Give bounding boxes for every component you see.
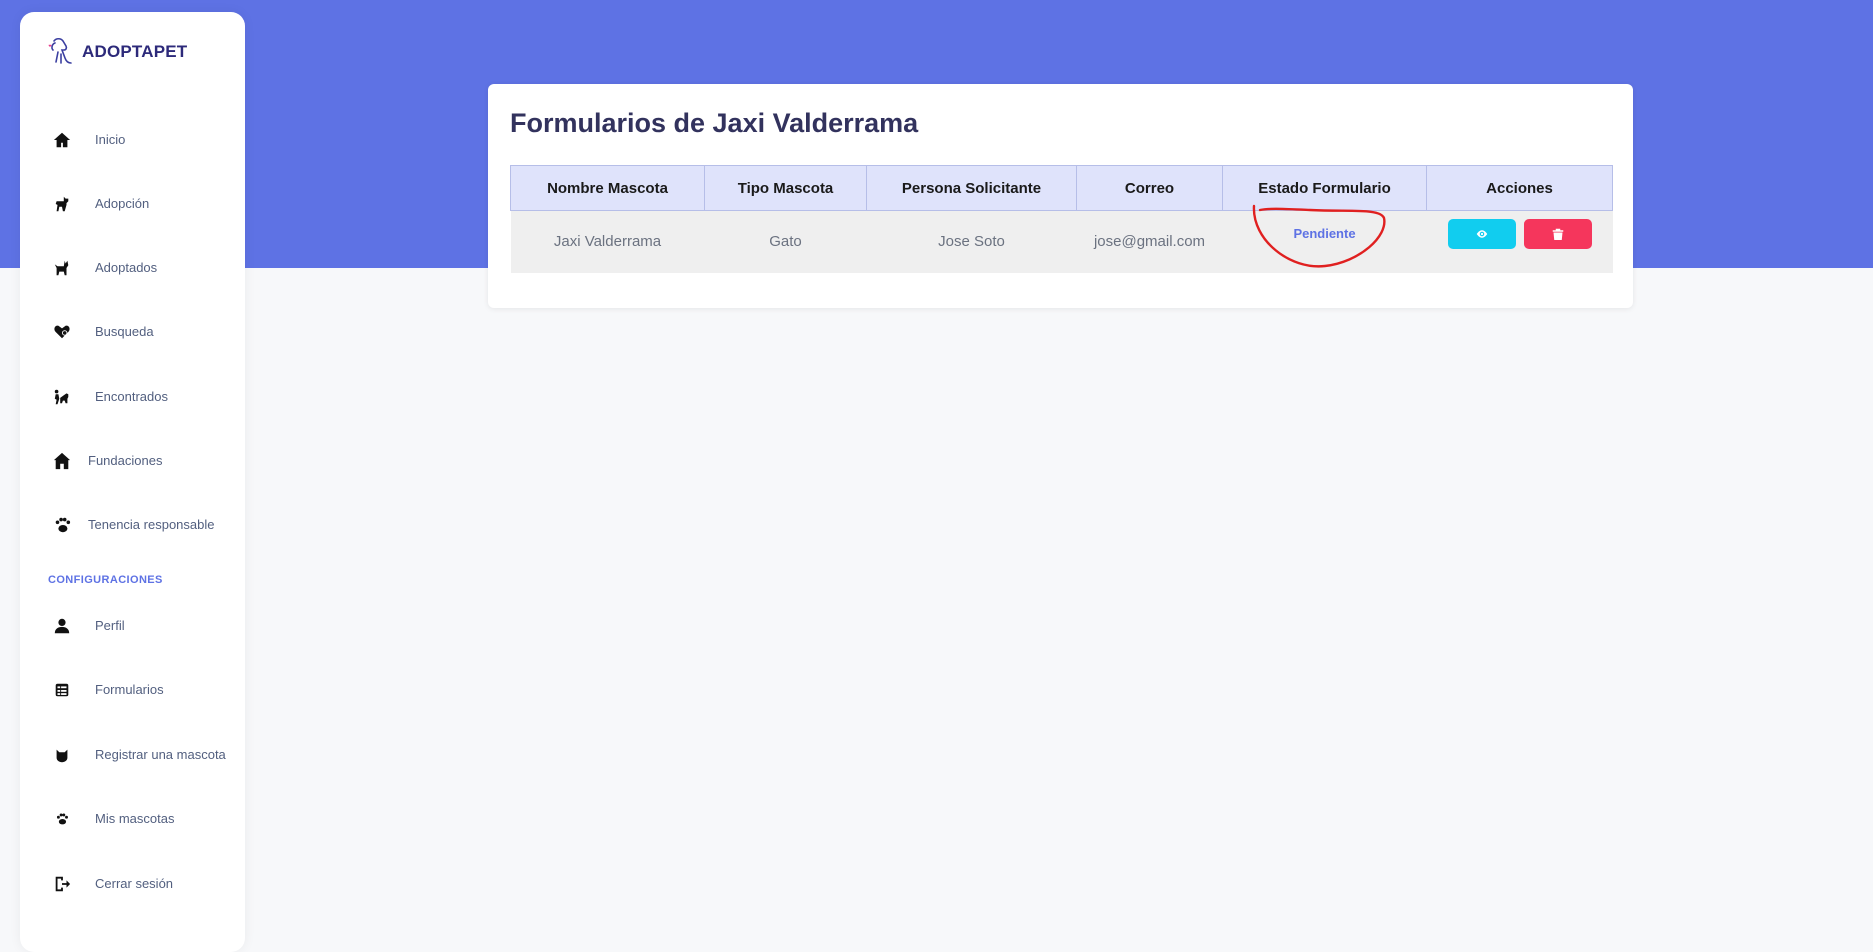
sidebar-item-label: Perfil <box>95 618 125 633</box>
column-header: Persona Solicitante <box>866 165 1077 211</box>
sidebar-item-label: Adoptados <box>95 260 158 275</box>
paw-icon <box>52 515 72 535</box>
dog-icon <box>52 194 72 214</box>
sidebar-item-mis-mascotas[interactable]: Mis mascotas <box>20 799 245 839</box>
sidebar-item-inicio[interactable]: Inicio <box>20 120 245 160</box>
column-header: Acciones <box>1426 165 1613 211</box>
sidebar-item-label: Cerrar sesión <box>95 876 174 891</box>
person-dog-icon <box>52 387 72 407</box>
house-icon <box>52 451 72 471</box>
sidebar: ADOPTAPET Inicio Adopción Adoptados Busq… <box>20 12 245 952</box>
sidebar-item-label: Fundaciones <box>88 453 163 468</box>
delete-button[interactable] <box>1523 218 1592 249</box>
dog-logo-icon <box>48 37 72 64</box>
sidebar-item-adoptados[interactable]: Adoptados <box>20 248 245 288</box>
forms-card: Formularios de Jaxi Valderrama Nombre Ma… <box>488 84 1633 308</box>
sidebar-item-adopcion[interactable]: Adopción <box>20 184 245 224</box>
form-icon <box>52 680 72 700</box>
sidebar-item-perfil[interactable]: Perfil <box>20 606 245 646</box>
column-header: Estado Formulario <box>1222 165 1427 211</box>
brand-name: ADOPTAPET <box>82 42 188 61</box>
sidebar-item-label: Tenencia responsable <box>88 517 215 532</box>
heart-search-icon <box>52 322 72 342</box>
cat-face-icon <box>52 745 72 765</box>
sidebar-item-label: Registrar una mascota <box>95 747 226 762</box>
sidebar-item-label: Busqueda <box>95 324 154 339</box>
cat-icon <box>52 258 72 278</box>
forms-table: Nombre Mascota Tipo Mascota Persona Soli… <box>510 165 1613 273</box>
sidebar-item-encontrados[interactable]: Encontrados <box>20 377 245 417</box>
table-row: Jaxi Valderrama Gato Jose Soto jose@gmai… <box>510 210 1613 273</box>
sidebar-item-formularios[interactable]: Formularios <box>20 670 245 710</box>
table-header-row: Nombre Mascota Tipo Mascota Persona Soli… <box>510 165 1613 211</box>
row-actions <box>1427 218 1613 249</box>
cell-correo: jose@gmail.com <box>1076 210 1223 273</box>
cell-nombre-mascota: Jaxi Valderrama <box>510 210 705 273</box>
sidebar-item-registrar-mascota[interactable]: Registrar una mascota <box>20 735 245 775</box>
cell-estado: Pendiente <box>1222 210 1427 273</box>
column-header: Tipo Mascota <box>704 165 867 211</box>
config-heading: CONFIGURACIONES <box>48 574 163 586</box>
cell-persona-solicitante: Jose Soto <box>866 210 1077 273</box>
paw-icon <box>52 809 72 829</box>
eye-icon <box>1476 230 1487 238</box>
page-title: Formularios de Jaxi Valderrama <box>510 108 919 138</box>
column-header: Nombre Mascota <box>510 165 705 211</box>
sidebar-item-label: Mis mascotas <box>95 811 175 826</box>
sidebar-item-label: Encontrados <box>95 389 168 404</box>
view-button[interactable] <box>1447 218 1516 249</box>
sidebar-item-fundaciones[interactable]: Fundaciones <box>20 441 245 481</box>
brand[interactable]: ADOPTAPET <box>46 32 187 72</box>
sidebar-item-label: Adopción <box>95 196 150 211</box>
sidebar-item-label: Formularios <box>95 682 164 697</box>
cell-acciones <box>1426 210 1613 273</box>
sidebar-item-tenencia-responsable[interactable]: Tenencia responsable <box>20 505 245 545</box>
cell-tipo-mascota: Gato <box>704 210 867 273</box>
user-icon <box>52 616 72 636</box>
sidebar-item-busqueda[interactable]: Busqueda <box>20 312 245 352</box>
logout-icon <box>52 874 72 894</box>
trash-icon <box>1552 228 1563 240</box>
home-icon <box>52 130 72 150</box>
status-badge: Pendiente <box>1293 226 1356 242</box>
sidebar-item-cerrar-sesion[interactable]: Cerrar sesión <box>20 864 245 904</box>
sidebar-item-label: Inicio <box>95 132 126 147</box>
column-header: Correo <box>1076 165 1223 211</box>
